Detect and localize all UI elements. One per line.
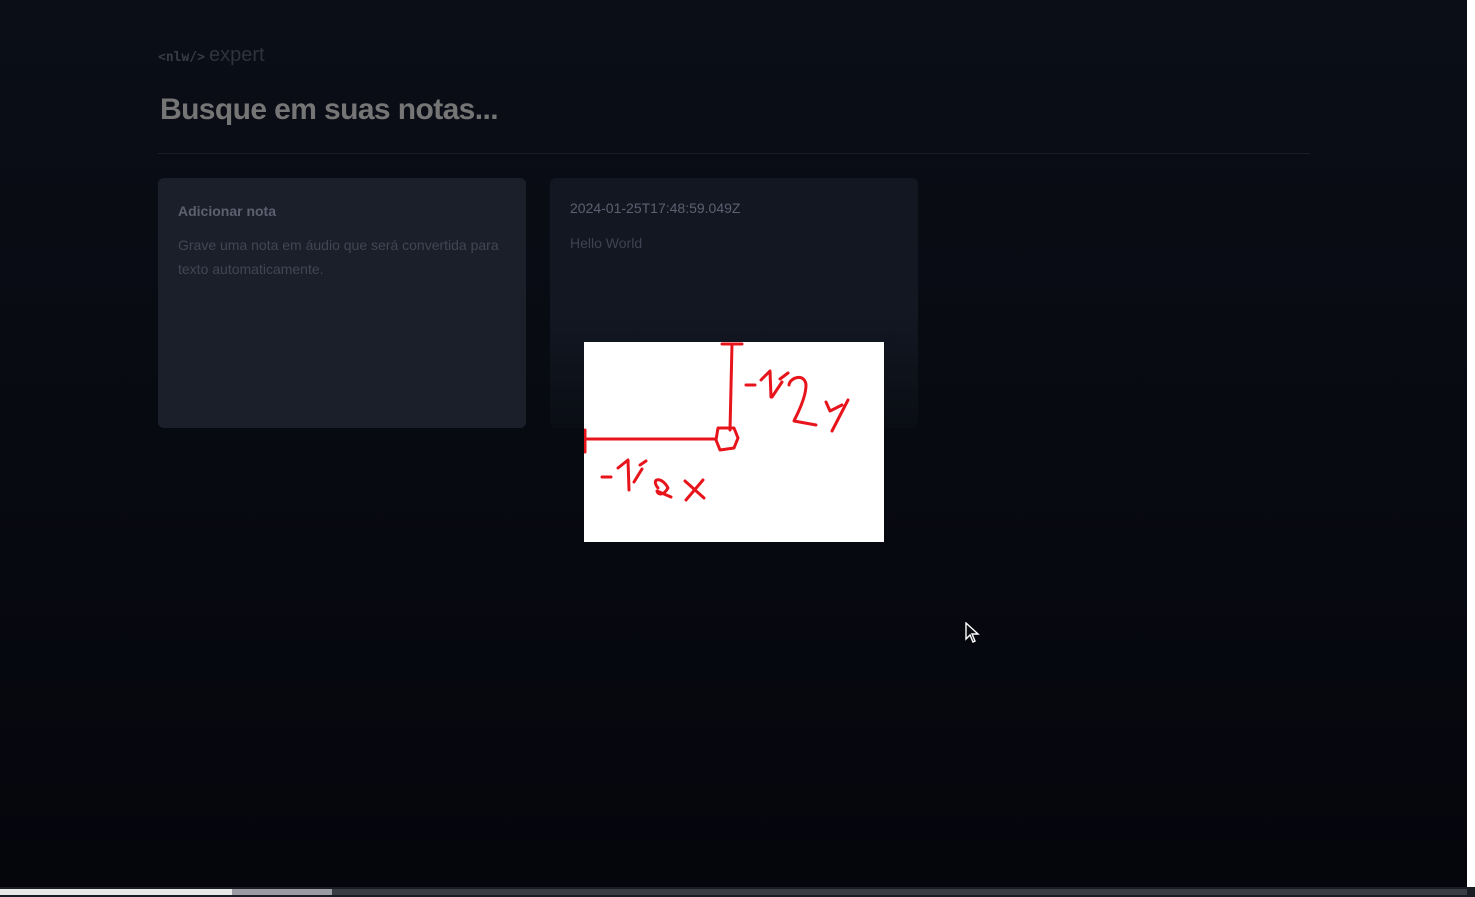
note-content: Hello World <box>570 235 643 251</box>
add-note-title: Adicionar nota <box>178 203 277 219</box>
nlw-expert-logo: <nlw/> expert <box>158 44 288 70</box>
note-date: 2024-01-25T17:48:59.049Z <box>570 200 741 216</box>
window-right-edge <box>1467 0 1475 897</box>
search-notes-input[interactable] <box>158 92 862 128</box>
scrollbar-thumb-secondary[interactable] <box>232 889 332 895</box>
app-viewport: <nlw/> expert Adicionar nota Grave uma n… <box>0 0 1467 887</box>
scrollbar-thumb[interactable] <box>0 889 232 895</box>
mouse-cursor-icon <box>965 621 981 644</box>
header-divider <box>158 153 1310 154</box>
logo-expert-text: expert <box>208 44 265 66</box>
add-note-card[interactable]: Adicionar nota Grave uma nota em áudio q… <box>158 178 526 428</box>
logo-nlw-text: <nlw/> <box>158 50 205 65</box>
handwritten-sketch-image <box>583 342 884 542</box>
sketch-drawing <box>583 342 850 502</box>
add-note-description: Grave uma nota em áudio que será convert… <box>178 237 499 277</box>
